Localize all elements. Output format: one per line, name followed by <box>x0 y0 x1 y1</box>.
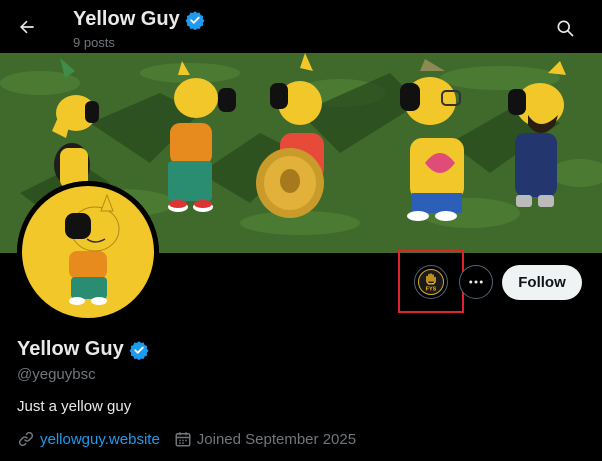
top-bar: Yellow Guy 9 posts <box>0 0 602 53</box>
search-icon <box>557 20 574 37</box>
calendar-icon <box>175 432 191 447</box>
website-link[interactable]: yellowguy.website <box>40 431 160 448</box>
header-display-name: Yellow Guy <box>73 8 180 30</box>
profile-display-name: Yellow Guy <box>17 338 124 360</box>
website-item: yellowguy.website <box>17 430 160 448</box>
search-button[interactable] <box>548 11 582 45</box>
profile-name-row: Yellow Guy <box>17 338 149 361</box>
more-options-button[interactable] <box>459 265 493 299</box>
follow-button[interactable]: Follow <box>502 265 582 300</box>
profile-avatar[interactable] <box>17 181 159 323</box>
joined-date: Joined September 2025 <box>196 430 357 448</box>
profile-meta: yellowguy.website Joined September 2025 <box>17 430 370 448</box>
fys-badge-text: FYS <box>426 287 437 293</box>
verified-badge-icon <box>129 340 149 360</box>
back-button[interactable] <box>10 10 44 44</box>
header-title: Yellow Guy <box>73 8 205 31</box>
arrow-left-icon <box>20 20 34 34</box>
fys-hand-icon: FYS <box>418 269 444 295</box>
post-count: 9 posts <box>73 35 115 50</box>
joined-item: Joined September 2025 <box>174 430 356 448</box>
profile-bio: Just a yellow guy <box>17 398 132 415</box>
profile-handle: @yeguybsc <box>17 366 96 383</box>
avatar-illustration <box>17 181 159 323</box>
fys-badge-button[interactable]: FYS <box>414 265 448 299</box>
verified-badge-icon <box>185 10 205 30</box>
link-icon <box>18 431 34 447</box>
ellipsis-icon <box>469 280 483 284</box>
